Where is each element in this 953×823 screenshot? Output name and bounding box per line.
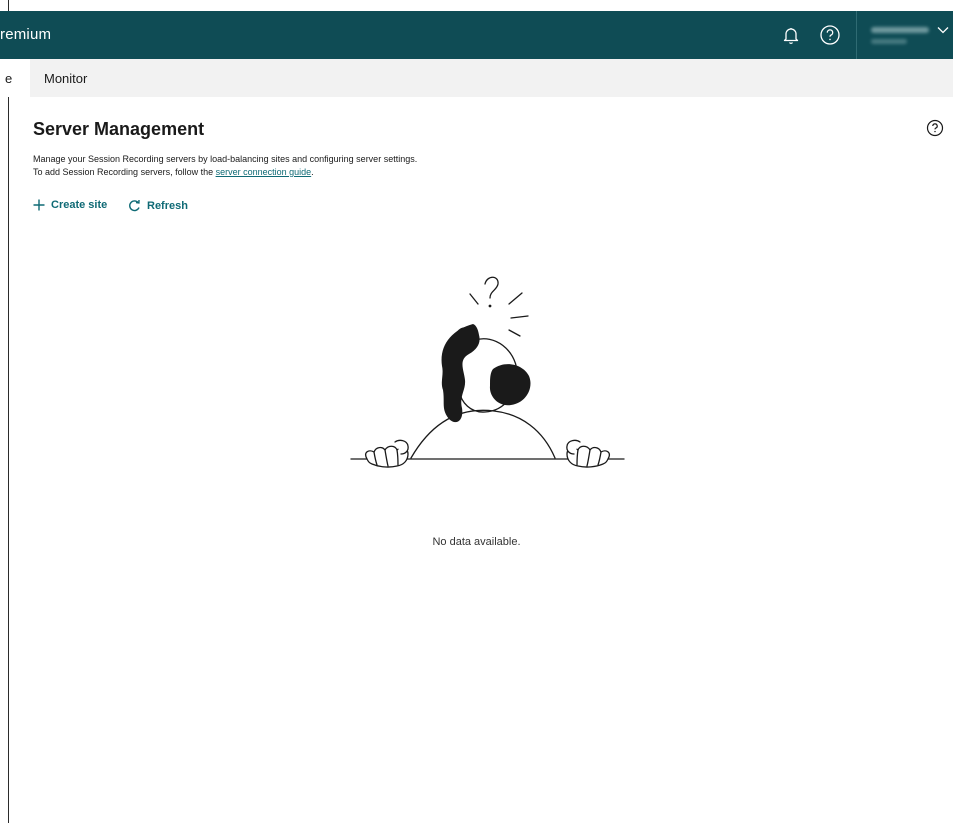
refresh-label: Refresh [147,199,188,212]
nav-bar: e Monitor [0,59,953,97]
description-suffix: . [311,167,314,177]
create-site-label: Create site [51,199,108,211]
help-icon[interactable] [926,119,944,137]
bell-icon[interactable] [780,24,802,46]
description-line-1: Manage your Session Recording servers by… [33,154,418,164]
plus-icon [33,199,45,211]
help-icon[interactable] [819,24,841,46]
tab-partial[interactable]: e [0,59,30,97]
empty-state-message: No data available. [432,536,521,548]
create-site-button[interactable]: Create site [33,199,107,211]
description-prefix: To add Session Recording servers, follow… [33,167,216,177]
top-bar: remium [0,11,953,59]
left-border [8,0,9,823]
user-menu[interactable] [868,21,950,51]
refresh-button[interactable]: Refresh [128,199,188,212]
server-connection-guide-link[interactable]: server connection guide [216,167,312,177]
user-role-redacted [871,39,907,44]
user-name-redacted [871,27,929,33]
description-line-2: To add Session Recording servers, follow… [33,166,417,179]
page-title: Server Management [33,119,205,139]
divider [856,11,857,59]
refresh-icon [129,199,140,212]
page-description: Manage your Session Recording servers by… [33,153,417,179]
tab-partial-label: e [5,71,13,86]
tab-monitor[interactable]: Monitor [44,71,87,86]
empty-state-illustration [345,268,630,488]
product-name: remium [0,26,52,43]
chevron-down-icon[interactable] [936,23,950,37]
